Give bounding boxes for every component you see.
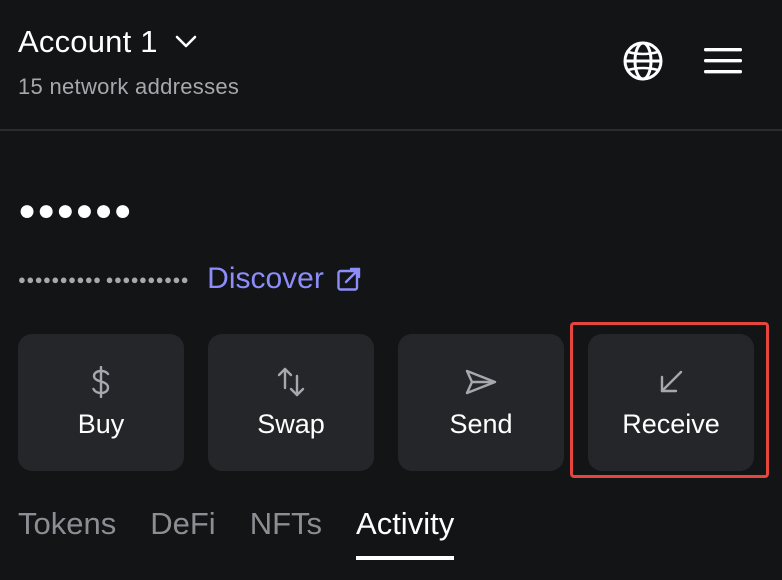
send-icon bbox=[464, 365, 498, 399]
buy-button[interactable]: Buy bbox=[18, 334, 184, 471]
dollar-icon bbox=[84, 365, 118, 399]
send-button[interactable]: Send bbox=[398, 334, 564, 471]
receive-icon bbox=[654, 365, 688, 399]
tab-nfts[interactable]: NFTs bbox=[250, 506, 322, 554]
balance-masked: ●●●●●● bbox=[18, 194, 133, 227]
swap-icon bbox=[274, 365, 308, 399]
receive-button[interactable]: Receive bbox=[588, 334, 754, 471]
swap-label: Swap bbox=[257, 409, 325, 439]
external-link-icon bbox=[337, 267, 361, 291]
send-label: Send bbox=[449, 409, 513, 439]
wallet-home-screen: Account 1 15 network addresses ●●●●●● ●● bbox=[0, 0, 782, 580]
balance-subrow: ●●●●●●●●●● ●●●●●●●●●● Discover bbox=[18, 262, 362, 296]
header: Account 1 15 network addresses bbox=[0, 0, 782, 131]
balance-change-masked: ●●●●●●●●●● ●●●●●●●●●● bbox=[18, 271, 190, 287]
network-addresses-count[interactable]: 15 network addresses bbox=[18, 74, 239, 100]
swap-button[interactable]: Swap bbox=[208, 334, 374, 471]
globe-icon[interactable] bbox=[622, 40, 664, 82]
menu-icon[interactable] bbox=[704, 46, 742, 76]
asset-tabs: Tokens DeFi NFTs Activity bbox=[18, 506, 455, 560]
tab-activity[interactable]: Activity bbox=[356, 506, 455, 560]
receive-label: Receive bbox=[622, 409, 720, 439]
discover-link[interactable]: Discover bbox=[207, 262, 362, 296]
header-actions bbox=[622, 40, 742, 82]
chevron-down-icon bbox=[175, 35, 196, 48]
buy-label: Buy bbox=[77, 409, 125, 439]
discover-label: Discover bbox=[207, 262, 324, 295]
account-name: Account 1 bbox=[18, 24, 158, 59]
account-selector[interactable]: Account 1 bbox=[18, 24, 200, 60]
tab-tokens[interactable]: Tokens bbox=[18, 506, 116, 554]
tab-defi[interactable]: DeFi bbox=[150, 506, 215, 554]
action-buttons: Buy Swap Send Receive bbox=[18, 334, 754, 471]
